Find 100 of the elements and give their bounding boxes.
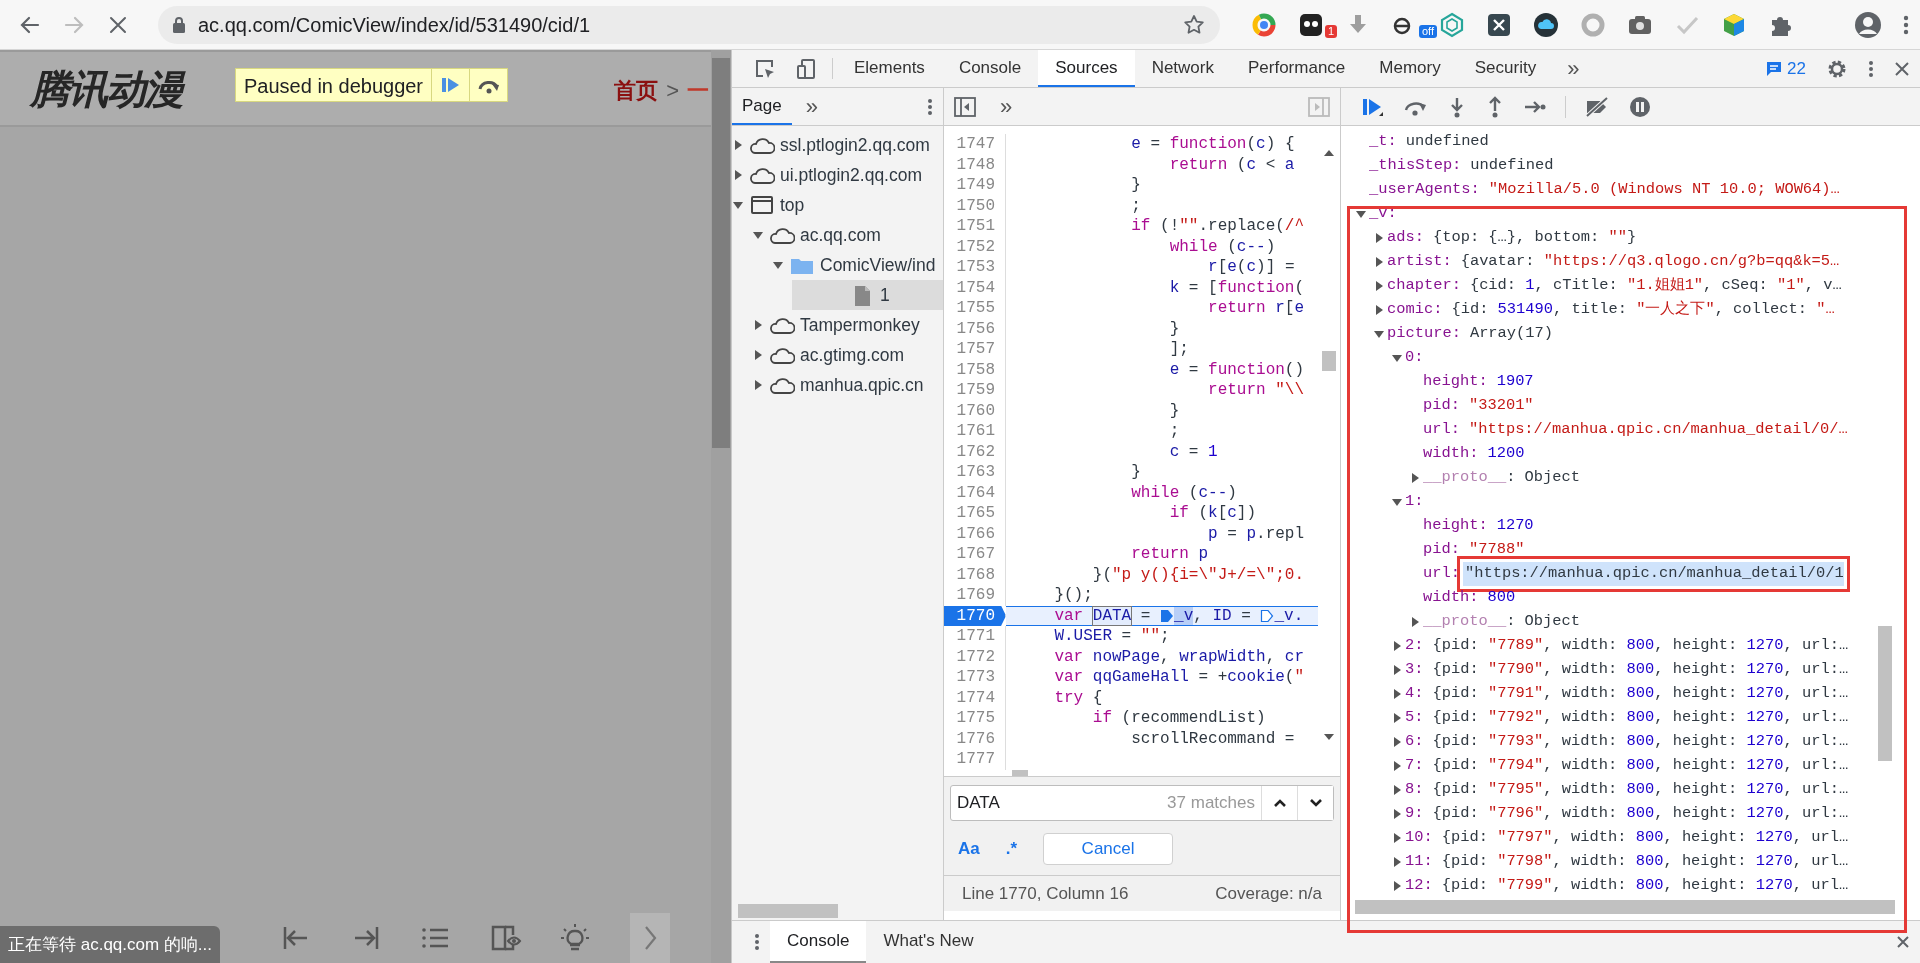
expand-arrow-icon[interactable] bbox=[1391, 712, 1403, 724]
code-line: ]; bbox=[1168, 339, 1189, 360]
expand-arrow-icon[interactable] bbox=[752, 319, 764, 331]
collapse-arrow-icon[interactable] bbox=[752, 229, 764, 241]
tree-item[interactable]: ssl.ptlogin2.qq.com bbox=[780, 131, 930, 159]
panel-tab[interactable]: Network bbox=[1134, 50, 1231, 87]
x-square-icon[interactable] bbox=[1485, 11, 1512, 38]
breadcrumb-item[interactable]: 首页 bbox=[614, 74, 659, 107]
more-tabs[interactable]: » bbox=[791, 88, 832, 125]
panel-tab[interactable]: Performance bbox=[1231, 50, 1363, 87]
more-icon[interactable] bbox=[927, 96, 933, 117]
scrollbar-thumb[interactable] bbox=[1878, 626, 1892, 761]
property-value: {pid: "7793", width: 800, height: 1270, url:… bbox=[1432, 731, 1849, 753]
more-tabs[interactable]: » bbox=[1553, 50, 1594, 87]
url-text: ac.qq.com/ComicView/index/id/531490/cid/1 bbox=[198, 12, 592, 38]
property-value: {pid: "7794", width: 800, height: 1270, url:… bbox=[1432, 755, 1849, 777]
inspect-icon[interactable] bbox=[754, 57, 776, 80]
tree-item[interactable]: top bbox=[780, 191, 805, 219]
property-value: {pid: "7798", width: 800, height: 1270, url… bbox=[1441, 851, 1849, 873]
device-icon[interactable] bbox=[796, 57, 818, 80]
expand-arrow-icon[interactable] bbox=[1391, 640, 1403, 652]
panel-tab[interactable]: Sources bbox=[1038, 50, 1135, 87]
code-text: _v. bbox=[1274, 605, 1304, 626]
property-name: width: bbox=[1423, 587, 1479, 609]
match-case-toggle[interactable]: Aa bbox=[958, 836, 980, 862]
panel-tab[interactable]: Security bbox=[1457, 50, 1554, 87]
line-number: 1762 bbox=[944, 441, 1006, 462]
next-match-button[interactable] bbox=[1297, 786, 1333, 820]
more-icon[interactable] bbox=[754, 932, 760, 952]
expand-arrow-icon[interactable] bbox=[752, 379, 764, 391]
tree-item[interactable]: ui.ptlogin2.qq.com bbox=[780, 161, 923, 189]
color-wheel-icon[interactable] bbox=[1250, 11, 1277, 38]
expand-arrow-icon[interactable] bbox=[732, 169, 744, 181]
page-eye-icon[interactable] bbox=[490, 923, 523, 953]
sidebar-toggle-icon[interactable] bbox=[1308, 96, 1330, 117]
collapse-arrow-icon[interactable] bbox=[772, 259, 784, 271]
expand-arrow-icon[interactable] bbox=[1391, 760, 1403, 772]
property-name: chapter: bbox=[1387, 275, 1461, 297]
pause-icon[interactable] bbox=[1628, 94, 1652, 119]
panel-tab[interactable]: Console bbox=[941, 50, 1039, 87]
tree-item[interactable]: ac.gtimg.com bbox=[800, 341, 905, 369]
close-icon[interactable] bbox=[1894, 60, 1910, 77]
expand-arrow-icon[interactable] bbox=[1373, 280, 1385, 292]
search-query[interactable]: DATA bbox=[951, 790, 1168, 816]
hexagon-icon[interactable] bbox=[1438, 11, 1465, 38]
regex-toggle[interactable]: .* bbox=[1005, 836, 1018, 862]
panel-tab[interactable]: Memory bbox=[1362, 50, 1458, 87]
expand-arrow-icon[interactable] bbox=[732, 139, 744, 151]
tree-item[interactable]: Tampermonkey bbox=[800, 311, 920, 339]
message-count[interactable]: 22 bbox=[1787, 55, 1806, 82]
line-number: 1767 bbox=[944, 544, 1006, 565]
more-icon[interactable] bbox=[1868, 58, 1874, 79]
collapse-arrow-icon[interactable] bbox=[1391, 496, 1403, 508]
expand-arrow-icon[interactable] bbox=[1373, 232, 1385, 244]
collapse-arrow-icon[interactable] bbox=[732, 199, 744, 211]
property-value: : Object bbox=[1506, 467, 1580, 489]
expand-arrow-icon[interactable] bbox=[1391, 856, 1403, 868]
expand-arrow-icon[interactable] bbox=[1391, 784, 1403, 796]
expand-arrow-icon[interactable] bbox=[1373, 256, 1385, 268]
line-number: 1752 bbox=[944, 236, 1006, 257]
close-icon[interactable] bbox=[1896, 935, 1910, 949]
expand-arrow-icon[interactable] bbox=[1391, 808, 1403, 820]
expand-arrow-icon[interactable] bbox=[1391, 880, 1403, 892]
expand-arrow-icon[interactable] bbox=[1391, 688, 1403, 700]
expand-arrow-icon[interactable] bbox=[1373, 304, 1385, 316]
star-icon[interactable] bbox=[1182, 12, 1206, 37]
breakpoint-marker-icon[interactable] bbox=[1160, 607, 1175, 624]
address-bar[interactable]: ac.qq.com/ComicView/index/id/531490/cid/1 bbox=[158, 5, 1220, 44]
property-name: 9: bbox=[1405, 803, 1424, 825]
expand-arrow-icon[interactable] bbox=[752, 349, 764, 361]
panel-tab[interactable]: Elements bbox=[837, 50, 942, 87]
expand-arrow-icon[interactable] bbox=[1391, 664, 1403, 676]
sidebar-toggle-icon[interactable] bbox=[954, 96, 976, 117]
breadcrumb-item: 一 bbox=[687, 77, 709, 105]
drawer-tab[interactable]: Console bbox=[770, 921, 867, 963]
tree-item[interactable]: ComicView/ind bbox=[820, 251, 936, 279]
tree-item[interactable]: manhua.qpic.cn bbox=[800, 371, 924, 399]
collapse-arrow-icon[interactable] bbox=[1373, 328, 1385, 340]
breakpoint-marker-icon[interactable] bbox=[1260, 607, 1275, 624]
collapse-arrow-icon[interactable] bbox=[1355, 208, 1367, 220]
dark-square-icon[interactable] bbox=[1297, 11, 1324, 38]
cancel-button[interactable]: Cancel bbox=[1043, 833, 1174, 865]
line-number: 1754 bbox=[944, 277, 1006, 298]
message-icon[interactable] bbox=[1765, 59, 1784, 78]
collapse-arrow-icon[interactable] bbox=[1391, 352, 1403, 364]
expand-arrow-icon[interactable] bbox=[1409, 472, 1421, 484]
tree-item[interactable]: ac.qq.com bbox=[800, 221, 881, 249]
deactivate-breakpoints-icon[interactable] bbox=[1584, 95, 1610, 118]
line-number: 1753 bbox=[944, 257, 1006, 278]
search-field[interactable]: DATA 37 matches bbox=[950, 785, 1334, 821]
tree-item[interactable]: 1 bbox=[880, 281, 890, 309]
cloud-icon[interactable] bbox=[1532, 11, 1559, 38]
avatar-icon[interactable] bbox=[1854, 10, 1882, 39]
code-line: while (c--) bbox=[1130, 482, 1237, 503]
expand-arrow-icon[interactable] bbox=[1391, 736, 1403, 748]
navigator-tab[interactable]: Page bbox=[732, 88, 792, 125]
more-tabs[interactable]: » bbox=[986, 88, 1027, 125]
drawer-tab[interactable]: What's New bbox=[866, 921, 991, 963]
expand-arrow-icon[interactable] bbox=[1409, 616, 1421, 628]
expand-arrow-icon[interactable] bbox=[1391, 832, 1403, 844]
